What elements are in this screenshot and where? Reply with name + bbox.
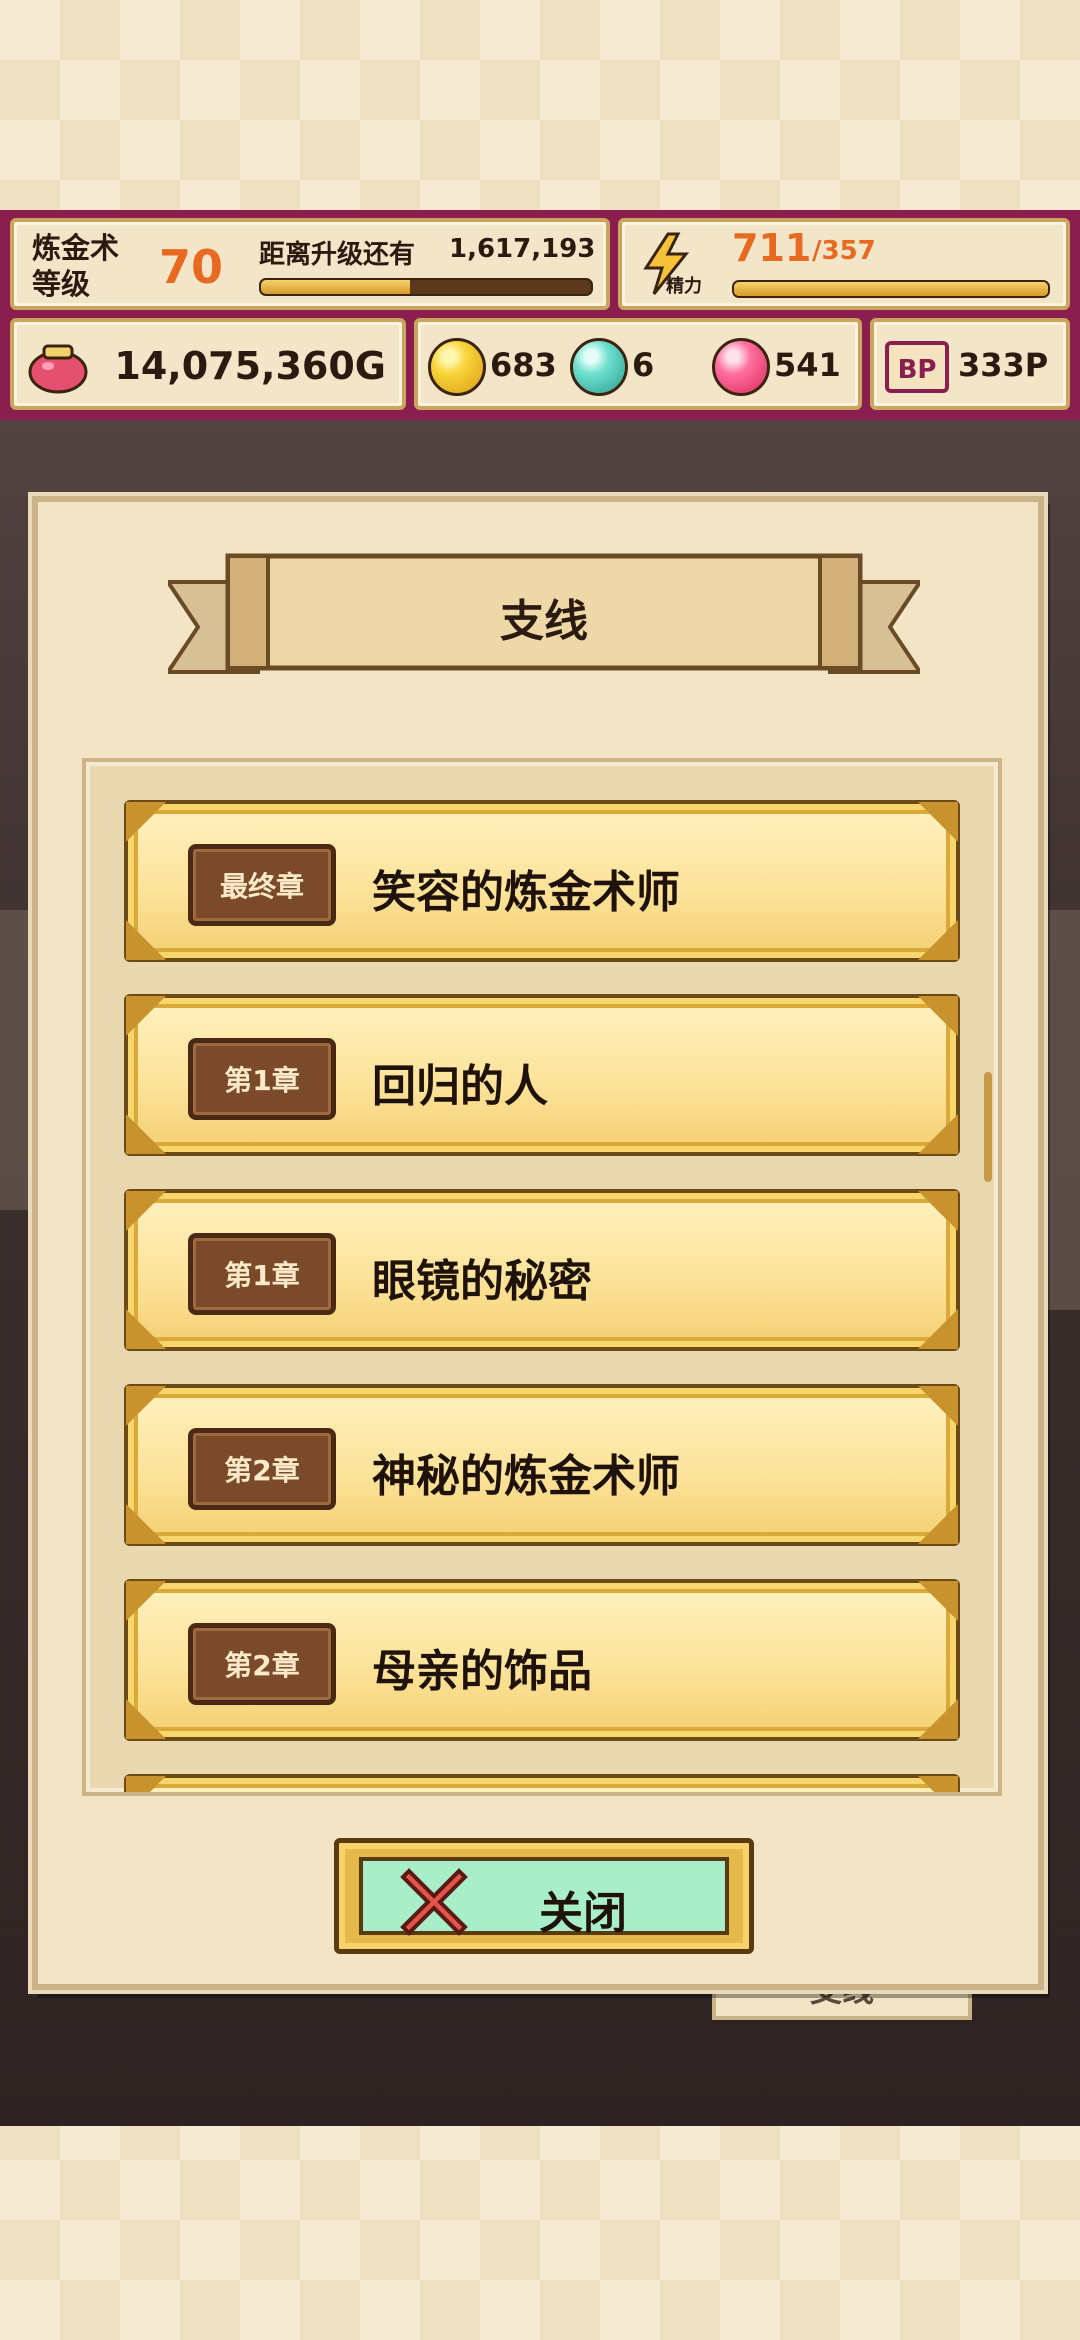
energy-value: 711 — [732, 226, 812, 270]
row-corner — [918, 1386, 958, 1426]
exp-progress-bar — [259, 278, 593, 296]
row-corner — [126, 1309, 166, 1349]
dialog-title: 支线 — [500, 596, 588, 647]
row-corner — [918, 920, 958, 960]
close-button-face: 关闭 — [359, 1857, 729, 1939]
exp-label: 距离升级还有 — [259, 240, 416, 270]
row-corner — [918, 1191, 958, 1231]
energy-label: 精力 — [666, 276, 702, 297]
exp-value: 1,617,193 — [449, 234, 596, 264]
bp-icon: BP — [885, 341, 949, 393]
close-x-icon — [400, 1868, 468, 1936]
quest-list[interactable]: 最终章 笑容的炼金术师 第1章 回归的人 第1章 眼镜的秘密 第2章 神秘的炼金… — [82, 758, 1002, 1796]
background-shelf — [1040, 910, 1080, 1310]
energy-progress-bar — [732, 280, 1050, 298]
energy-max: /357 — [812, 236, 876, 266]
yellow-orb-icon — [428, 338, 486, 396]
energy-progress-fill — [734, 282, 1048, 296]
close-label: 关闭 — [539, 1888, 627, 1939]
energy-panel: 精力 711 /357 — [618, 218, 1070, 310]
chapter-badge: 第2章 — [188, 1428, 336, 1510]
row-corner — [126, 996, 166, 1036]
row-corner — [918, 1776, 958, 1792]
row-corner — [918, 1114, 958, 1154]
chapter-badge: 第1章 — [188, 1233, 336, 1315]
row-corner — [126, 1504, 166, 1544]
row-corner — [918, 1504, 958, 1544]
quest-title: 母亲的饰品 — [372, 1646, 592, 1697]
quest-title: 笑容的炼金术师 — [372, 867, 680, 918]
cyan-orb-count: 6 — [632, 346, 655, 384]
row-corner — [126, 1776, 166, 1792]
gem-panel: 683 6 541 — [414, 318, 862, 410]
side-quest-dialog: 支线 最终章 笑容的炼金术师 第1章 回归的人 第1章 眼镜的秘密 第2章 神秘… — [32, 496, 1044, 1990]
chapter-badge: 最终章 — [188, 844, 336, 926]
quest-title: 眼镜的秘密 — [372, 1256, 592, 1307]
chapter-badge: 第1章 — [188, 1038, 336, 1120]
cyan-orb-icon — [570, 338, 628, 396]
bp-value: 333P — [958, 346, 1049, 384]
quest-row[interactable]: 第1章 回归的人 — [124, 994, 960, 1156]
row-corner — [126, 802, 166, 842]
quest-row-partial[interactable] — [124, 1774, 960, 1792]
row-corner — [126, 1386, 166, 1426]
row-corner — [126, 1581, 166, 1621]
row-corner — [918, 802, 958, 842]
svg-text:BP: BP — [898, 355, 937, 385]
quest-title: 回归的人 — [372, 1061, 548, 1112]
close-button[interactable]: 关闭 — [334, 1838, 754, 1954]
row-corner — [126, 920, 166, 960]
row-corner — [126, 1114, 166, 1154]
quest-row[interactable]: 第1章 眼镜的秘密 — [124, 1189, 960, 1351]
row-corner — [918, 1581, 958, 1621]
scrollbar-thumb[interactable] — [984, 1072, 992, 1182]
yellow-orb-count: 683 — [490, 346, 557, 384]
quest-row[interactable]: 最终章 笑容的炼金术师 — [124, 800, 960, 962]
quest-title: 神秘的炼金术师 — [372, 1451, 680, 1502]
row-corner — [126, 1191, 166, 1231]
quest-row[interactable]: 第2章 神秘的炼金术师 — [124, 1384, 960, 1546]
row-corner — [918, 996, 958, 1036]
row-corner — [918, 1699, 958, 1739]
purse-icon — [28, 344, 88, 394]
level-panel: 炼金术 等级 70 距离升级还有 1,617,193 — [10, 218, 610, 310]
row-corner — [918, 1309, 958, 1349]
gold-panel: 14,075,360G — [10, 318, 406, 410]
quest-row[interactable]: 第2章 母亲的饰品 — [124, 1579, 960, 1741]
level-label: 炼金术 等级 — [32, 231, 120, 301]
exp-progress-fill — [261, 280, 410, 294]
pink-orb-icon — [712, 338, 770, 396]
row-corner — [126, 1699, 166, 1739]
gold-value: 14,075,360G — [114, 344, 386, 388]
top-hud: 炼金术 等级 70 距离升级还有 1,617,193 精力 711 /357 1… — [0, 210, 1080, 420]
bp-panel: BP 333P — [870, 318, 1070, 410]
level-value: 70 — [159, 240, 224, 294]
chapter-badge: 第2章 — [188, 1623, 336, 1705]
pink-orb-count: 541 — [774, 346, 841, 384]
